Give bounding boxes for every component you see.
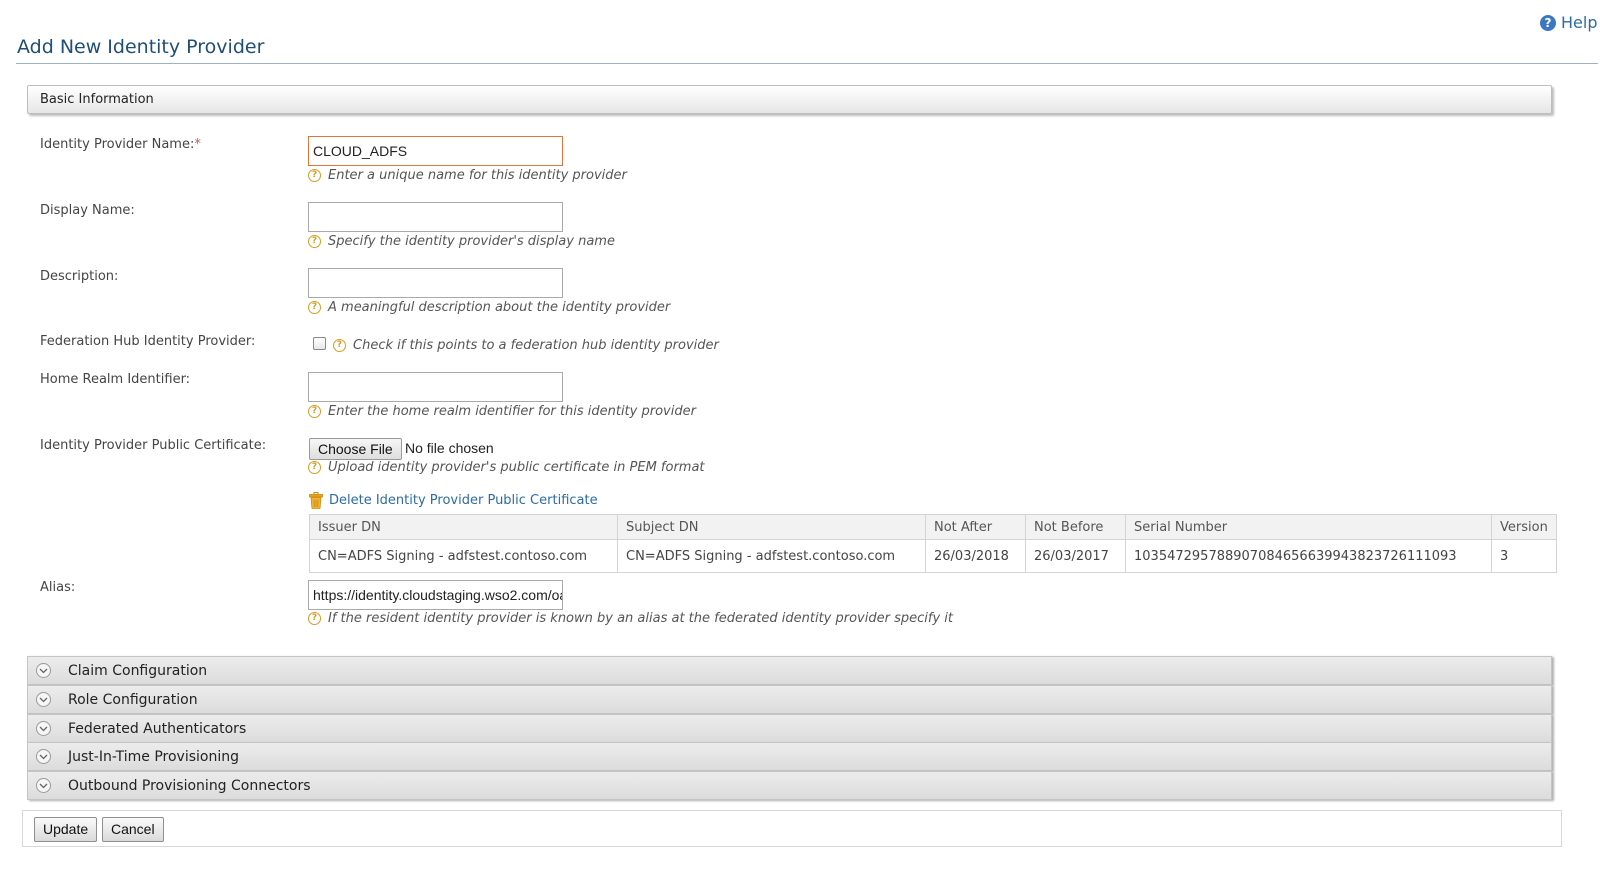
- accordion-label: Claim Configuration: [68, 662, 208, 679]
- update-button[interactable]: Update: [34, 817, 98, 842]
- federation-hub-checkbox[interactable]: [313, 337, 326, 350]
- description-input[interactable]: [308, 268, 563, 298]
- home-realm-input[interactable]: [308, 372, 563, 402]
- help-hint-icon: ?: [308, 301, 321, 314]
- certificate-hint: ? Upload identity provider's public cert…: [308, 460, 705, 475]
- issuer-dn-cell: CN=ADFS Signing - adfstest.contoso.com: [309, 539, 618, 573]
- help-hint-icon: ?: [308, 235, 321, 248]
- accordion-outbound-provisioning-connectors[interactable]: Outbound Provisioning Connectors: [27, 771, 1552, 800]
- description-label: Description:: [40, 269, 119, 284]
- cancel-button[interactable]: Cancel: [102, 817, 164, 842]
- accordion-just-in-time-provisioning[interactable]: Just-In-Time Provisioning: [27, 742, 1552, 771]
- not-after-cell: 26/03/2018: [925, 539, 1026, 573]
- help-link[interactable]: ? Help: [1540, 13, 1597, 32]
- alias-input[interactable]: https://identity.cloudstaging.wso2.com/o…: [308, 580, 563, 610]
- chevron-down-icon: [36, 778, 51, 793]
- description-hint: ? A meaningful description about the ide…: [308, 300, 670, 315]
- accordion-label: Federated Authenticators: [68, 720, 247, 737]
- federation-hub-hint: ? Check if this points to a federation h…: [333, 338, 719, 353]
- trash-icon: [309, 492, 323, 509]
- file-status: No file chosen: [405, 440, 494, 456]
- accordion-federated-authenticators[interactable]: Federated Authenticators: [27, 714, 1552, 743]
- federation-hub-label: Federation Hub Identity Provider:: [40, 334, 256, 349]
- title-divider: [16, 63, 1598, 64]
- home-realm-hint: ? Enter the home realm identifier for th…: [308, 404, 696, 419]
- subject-dn-cell: CN=ADFS Signing - adfstest.contoso.com: [617, 539, 926, 573]
- accordion-label: Just-In-Time Provisioning: [68, 748, 239, 765]
- page-title: Add New Identity Provider: [17, 36, 265, 58]
- accordion-role-configuration[interactable]: Role Configuration: [27, 685, 1552, 714]
- help-hint-icon: ?: [333, 339, 346, 352]
- table-header-row: Issuer DN Subject DN Not After Not Befor…: [309, 514, 1557, 540]
- help-hint-icon: ?: [308, 461, 321, 474]
- column-header-subject-dn: Subject DN: [617, 514, 926, 540]
- chevron-down-icon: [36, 721, 51, 736]
- column-header-issuer-dn: Issuer DN: [309, 514, 618, 540]
- alias-hint: ? If the resident identity provider is k…: [308, 611, 953, 626]
- help-icon: ?: [1540, 14, 1556, 31]
- version-cell: 3: [1491, 539, 1557, 573]
- chevron-down-icon: [36, 692, 51, 707]
- certificate-label: Identity Provider Public Certificate:: [40, 438, 267, 453]
- help-hint-icon: ?: [308, 405, 321, 418]
- display-name-input[interactable]: [308, 202, 563, 232]
- serial-number-cell: 103547295788907084656639943823726111093: [1125, 539, 1492, 573]
- accordion-label: Role Configuration: [68, 691, 198, 708]
- help-hint-icon: ?: [308, 169, 321, 182]
- home-realm-label: Home Realm Identifier:: [40, 372, 191, 387]
- idp-name-input[interactable]: CLOUD_ADFS: [308, 136, 563, 166]
- column-header-not-before: Not Before: [1025, 514, 1126, 540]
- column-header-not-after: Not After: [925, 514, 1026, 540]
- display-name-hint: ? Specify the identity provider's displa…: [308, 234, 615, 249]
- chevron-down-icon: [36, 663, 51, 678]
- display-name-label: Display Name:: [40, 203, 135, 218]
- delete-certificate-link[interactable]: Delete Identity Provider Public Certific…: [309, 492, 598, 509]
- idp-name-label: Identity Provider Name:*: [40, 137, 201, 152]
- column-header-serial-number: Serial Number: [1125, 514, 1492, 540]
- help-label: Help: [1561, 13, 1598, 32]
- certificate-table: Issuer DN Subject DN Not After Not Befor…: [309, 514, 1557, 573]
- chevron-down-icon: [36, 749, 51, 764]
- not-before-cell: 26/03/2017: [1025, 539, 1126, 573]
- accordion-claim-configuration[interactable]: Claim Configuration: [27, 656, 1552, 685]
- accordion-label: Outbound Provisioning Connectors: [68, 777, 311, 794]
- column-header-version: Version: [1491, 514, 1557, 540]
- alias-label: Alias:: [40, 580, 76, 595]
- idp-name-hint: ? Enter a unique name for this identity …: [308, 168, 627, 183]
- form-actions: Update Cancel: [22, 810, 1562, 847]
- basic-information-header: Basic Information: [27, 85, 1552, 114]
- choose-file-button[interactable]: Choose File: [309, 438, 402, 460]
- help-hint-icon: ?: [308, 612, 321, 625]
- table-row: CN=ADFS Signing - adfstest.contoso.com C…: [309, 539, 1557, 573]
